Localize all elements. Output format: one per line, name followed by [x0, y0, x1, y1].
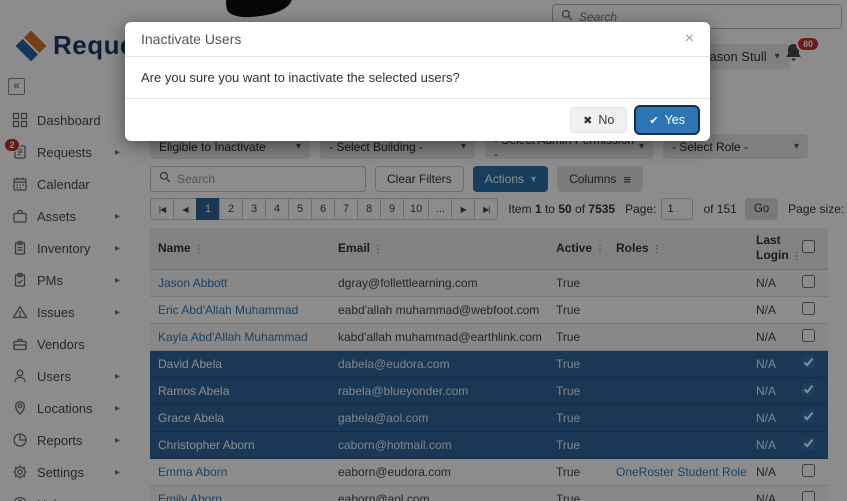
modal-title: Inactivate Users [141, 31, 241, 47]
x-icon: ✖ [583, 114, 592, 127]
modal-header: Inactivate Users × [125, 22, 710, 57]
app-window: Reques Jason Stull ▾ 80 « Dashboard 2 Re… [0, 0, 847, 501]
yes-button[interactable]: ✔ Yes [636, 107, 698, 133]
inactivate-users-modal: Inactivate Users × Are you sure you want… [125, 22, 710, 141]
no-button[interactable]: ✖ No [570, 107, 627, 133]
check-icon: ✔ [649, 114, 658, 127]
close-icon[interactable]: × [685, 31, 694, 47]
modal-body-text: Are you sure you want to inactivate the … [125, 57, 710, 99]
modal-footer: ✖ No ✔ Yes [125, 99, 710, 141]
